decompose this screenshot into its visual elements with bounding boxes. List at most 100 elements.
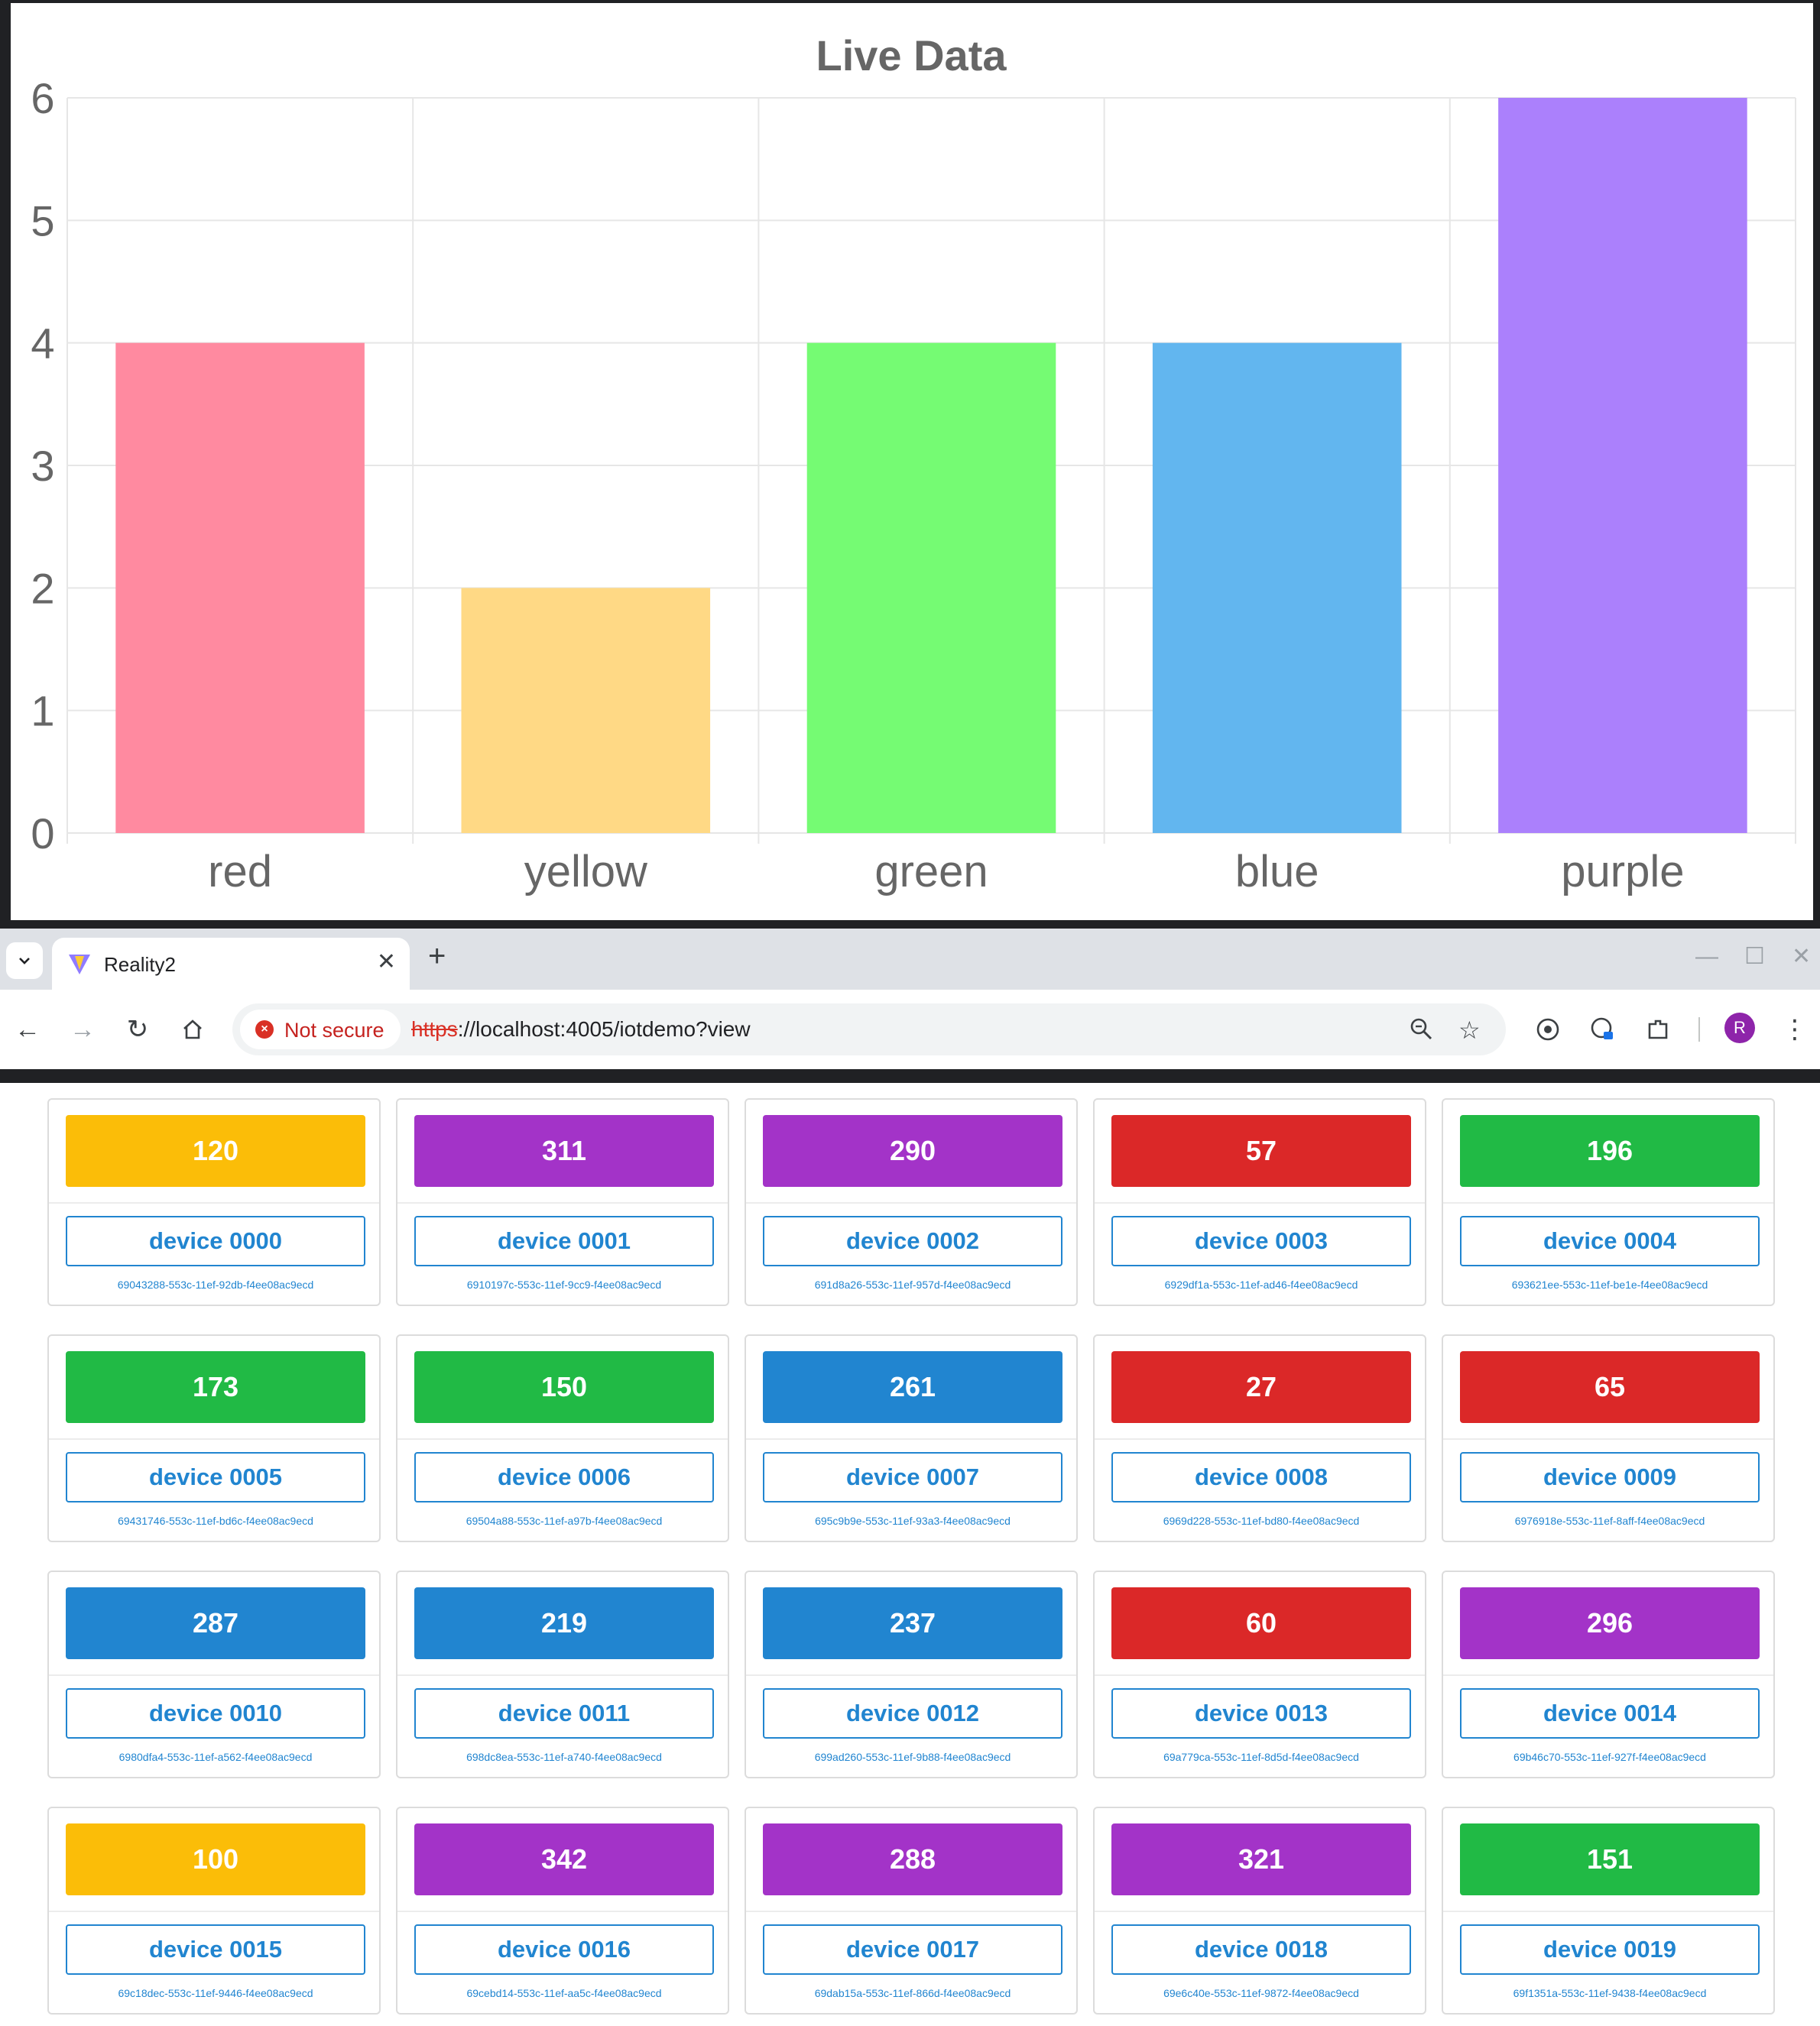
card-divider bbox=[746, 1202, 1076, 1204]
card-divider bbox=[746, 1438, 1076, 1440]
device-value-button[interactable]: 60 bbox=[1111, 1587, 1411, 1659]
card-divider bbox=[746, 1674, 1076, 1676]
device-value-button[interactable]: 261 bbox=[763, 1351, 1062, 1423]
maximize-icon[interactable]: ☐ bbox=[1744, 945, 1765, 968]
device-card-0001: 311 device 0001 6910197c-553c-11ef-9cc9-… bbox=[396, 1098, 729, 1306]
card-divider bbox=[1095, 1911, 1425, 1912]
device-value-button[interactable]: 321 bbox=[1111, 1823, 1411, 1895]
device-uuid: 69c18dec-553c-11ef-9446-f4ee08ac9ecd bbox=[118, 1987, 313, 1999]
device-name-button[interactable]: device 0004 bbox=[1460, 1216, 1760, 1266]
device-name-button[interactable]: device 0009 bbox=[1460, 1452, 1760, 1502]
card-divider bbox=[397, 1202, 728, 1204]
error-icon: × bbox=[255, 1020, 274, 1039]
back-arrow-icon[interactable]: ← bbox=[11, 1013, 44, 1046]
bookmark-star-icon[interactable]: ☆ bbox=[1458, 1016, 1481, 1045]
device-uuid: 69431746-553c-11ef-bd6c-f4ee08ac9ecd bbox=[118, 1515, 313, 1527]
device-name-button[interactable]: device 0005 bbox=[66, 1452, 365, 1502]
window-close-icon[interactable]: ✕ bbox=[1792, 945, 1811, 968]
device-card-0019: 151 device 0019 69f1351a-553c-11ef-9438-… bbox=[1442, 1807, 1775, 2015]
device-uuid: 69b46c70-553c-11ef-927f-f4ee08ac9ecd bbox=[1513, 1751, 1706, 1763]
device-name-button[interactable]: device 0015 bbox=[66, 1924, 365, 1975]
x-tick-label: yellow bbox=[524, 847, 648, 896]
device-card-0018: 321 device 0018 69e6c40e-553c-11ef-9872-… bbox=[1093, 1807, 1426, 2015]
vite-logo-icon bbox=[69, 955, 90, 974]
device-value-button[interactable]: 120 bbox=[66, 1115, 365, 1187]
device-name-button[interactable]: device 0002 bbox=[763, 1216, 1062, 1266]
tab-search-button[interactable] bbox=[6, 942, 43, 979]
chevron-down-icon bbox=[19, 958, 30, 964]
page-content: 120 device 0000 69043288-553c-11ef-92db-… bbox=[11, 1083, 1813, 2026]
profile-avatar[interactable]: R bbox=[1724, 1013, 1755, 1043]
card-divider bbox=[1095, 1202, 1425, 1204]
puzzle-icon[interactable] bbox=[1641, 1013, 1675, 1046]
reload-icon[interactable]: ↻ bbox=[121, 1013, 154, 1046]
device-value-button[interactable]: 290 bbox=[763, 1115, 1062, 1187]
device-value-button[interactable]: 219 bbox=[414, 1587, 714, 1659]
device-uuid: 69a779ca-553c-11ef-8d5d-f4ee08ac9ecd bbox=[1163, 1751, 1359, 1763]
device-uuid: 6980dfa4-553c-11ef-a562-f4ee08ac9ecd bbox=[118, 1751, 313, 1763]
device-value-button[interactable]: 196 bbox=[1460, 1115, 1760, 1187]
device-value-button[interactable]: 65 bbox=[1460, 1351, 1760, 1423]
device-uuid: 699ad260-553c-11ef-9b88-f4ee08ac9ecd bbox=[814, 1751, 1011, 1763]
forward-arrow-icon[interactable]: → bbox=[66, 1013, 99, 1046]
card-divider bbox=[397, 1674, 728, 1676]
device-name-button[interactable]: device 0007 bbox=[763, 1452, 1062, 1502]
device-name-button[interactable]: device 0016 bbox=[414, 1924, 714, 1975]
new-tab-button[interactable]: + bbox=[428, 941, 446, 971]
device-name-button[interactable]: device 0014 bbox=[1460, 1688, 1760, 1739]
device-name-button[interactable]: device 0019 bbox=[1460, 1924, 1760, 1975]
device-uuid: 69f1351a-553c-11ef-9438-f4ee08ac9ecd bbox=[1513, 1987, 1707, 1999]
device-value-button[interactable]: 151 bbox=[1460, 1823, 1760, 1895]
device-card-0004: 196 device 0004 693621ee-553c-11ef-be1e-… bbox=[1442, 1098, 1775, 1306]
chart-title: Live Data bbox=[816, 31, 1007, 79]
tab-title: Reality2 bbox=[104, 953, 176, 976]
device-name-button[interactable]: device 0010 bbox=[66, 1688, 365, 1739]
tab-close-icon[interactable]: ✕ bbox=[377, 948, 396, 975]
device-name-button[interactable]: device 0017 bbox=[763, 1924, 1062, 1975]
extension-icon[interactable] bbox=[1531, 1013, 1565, 1046]
card-divider bbox=[49, 1202, 379, 1204]
menu-dots-icon[interactable]: ⋮ bbox=[1778, 1013, 1812, 1046]
device-name-button[interactable]: device 0000 bbox=[66, 1216, 365, 1266]
device-card-0008: 27 device 0008 6969d228-553c-11ef-bd80-f… bbox=[1093, 1334, 1426, 1542]
device-name-button[interactable]: device 0012 bbox=[763, 1688, 1062, 1739]
device-value-button[interactable]: 57 bbox=[1111, 1115, 1411, 1187]
tab-reality2[interactable]: Reality2 ✕ bbox=[52, 938, 410, 990]
zoom-icon[interactable] bbox=[1408, 1016, 1434, 1048]
security-chip[interactable]: × Not secure bbox=[240, 1010, 401, 1049]
device-name-button[interactable]: device 0011 bbox=[414, 1688, 714, 1739]
device-name-button[interactable]: device 0013 bbox=[1111, 1688, 1411, 1739]
minimize-icon[interactable]: — bbox=[1695, 945, 1718, 968]
device-value-button[interactable]: 342 bbox=[414, 1823, 714, 1895]
bar-blue bbox=[1152, 342, 1402, 834]
device-value-button[interactable]: 100 bbox=[66, 1823, 365, 1895]
browser-window: Reality2 ✕ + — ☐ ✕ ← → ↻ × Not secure ht… bbox=[0, 929, 1820, 2026]
device-name-button[interactable]: device 0003 bbox=[1111, 1216, 1411, 1266]
device-value-button[interactable]: 150 bbox=[414, 1351, 714, 1423]
device-name-button[interactable]: device 0006 bbox=[414, 1452, 714, 1502]
device-value-button[interactable]: 287 bbox=[66, 1587, 365, 1659]
device-value-button[interactable]: 173 bbox=[66, 1351, 365, 1423]
device-uuid: 6910197c-553c-11ef-9cc9-f4ee08ac9ecd bbox=[466, 1279, 662, 1291]
extension-lock-icon[interactable] bbox=[1586, 1013, 1620, 1046]
toolbar-divider bbox=[1698, 1017, 1700, 1042]
y-tick-label: 1 bbox=[31, 687, 54, 735]
device-value-button[interactable]: 296 bbox=[1460, 1587, 1760, 1659]
device-card-0017: 288 device 0017 69dab15a-553c-11ef-866d-… bbox=[745, 1807, 1078, 2015]
address-bar[interactable]: × Not secure https://localhost:4005/iotd… bbox=[232, 1003, 1506, 1055]
device-name-button[interactable]: device 0008 bbox=[1111, 1452, 1411, 1502]
security-label: Not secure bbox=[284, 1019, 384, 1042]
home-icon[interactable] bbox=[176, 1013, 209, 1046]
card-divider bbox=[1443, 1202, 1773, 1204]
tab-strip: Reality2 ✕ + — ☐ ✕ bbox=[0, 929, 1820, 990]
device-value-button[interactable]: 27 bbox=[1111, 1351, 1411, 1423]
url-text[interactable]: https://localhost:4005/iotdemo?view bbox=[411, 1017, 751, 1042]
device-uuid: 69504a88-553c-11ef-a97b-f4ee08ac9ecd bbox=[466, 1515, 663, 1527]
device-value-button[interactable]: 311 bbox=[414, 1115, 714, 1187]
card-divider bbox=[1443, 1911, 1773, 1912]
device-value-button[interactable]: 237 bbox=[763, 1587, 1062, 1659]
device-name-button[interactable]: device 0001 bbox=[414, 1216, 714, 1266]
device-uuid: 69cebd14-553c-11ef-aa5c-f4ee08ac9ecd bbox=[466, 1987, 662, 1999]
device-value-button[interactable]: 288 bbox=[763, 1823, 1062, 1895]
device-name-button[interactable]: device 0018 bbox=[1111, 1924, 1411, 1975]
